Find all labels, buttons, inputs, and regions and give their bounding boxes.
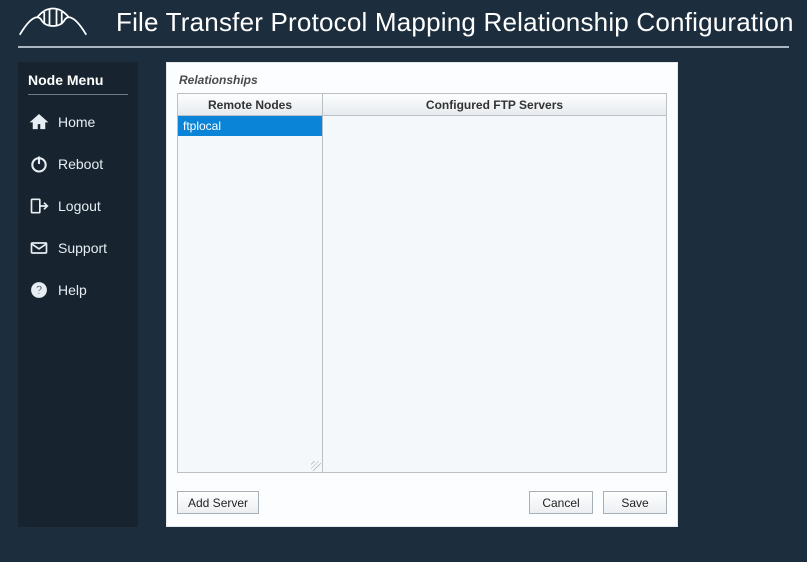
sidebar-item-label: Home xyxy=(58,114,95,130)
sidebar-title: Node Menu xyxy=(28,68,128,94)
sidebar: Node Menu Home Reboot Logout Support xyxy=(18,62,138,527)
app-header: File Transfer Protocol Mapping Relations… xyxy=(0,0,807,44)
sidebar-item-help[interactable]: ? Help xyxy=(28,269,128,311)
ftp-servers-list[interactable] xyxy=(323,116,666,472)
sidebar-item-label: Help xyxy=(58,282,87,298)
panel-title: Relationships xyxy=(177,71,667,93)
sidebar-item-label: Support xyxy=(58,240,107,256)
remote-nodes-list[interactable]: ftplocal xyxy=(178,116,322,472)
power-icon xyxy=(28,153,50,175)
save-button[interactable]: Save xyxy=(603,491,667,514)
main-panel: Relationships Remote Nodes ftplocal Conf… xyxy=(166,62,678,527)
ftp-servers-column: Configured FTP Servers xyxy=(323,94,666,472)
page-title: File Transfer Protocol Mapping Relations… xyxy=(116,7,794,38)
cancel-button[interactable]: Cancel xyxy=(529,491,593,514)
sidebar-item-reboot[interactable]: Reboot xyxy=(28,143,128,185)
remote-node-item[interactable]: ftplocal xyxy=(178,116,322,136)
sidebar-item-support[interactable]: Support xyxy=(28,227,128,269)
resize-grip-icon[interactable] xyxy=(311,461,321,471)
sidebar-divider xyxy=(28,94,128,95)
ftp-servers-header: Configured FTP Servers xyxy=(323,94,666,116)
remote-nodes-column: Remote Nodes ftplocal xyxy=(178,94,323,472)
help-icon: ? xyxy=(28,279,50,301)
sidebar-item-home[interactable]: Home xyxy=(28,101,128,143)
add-server-button[interactable]: Add Server xyxy=(177,491,259,514)
sidebar-item-logout[interactable]: Logout xyxy=(28,185,128,227)
home-icon xyxy=(28,111,50,133)
logout-icon xyxy=(28,195,50,217)
sidebar-item-label: Reboot xyxy=(58,156,103,172)
sidebar-item-label: Logout xyxy=(58,198,101,214)
remote-nodes-header: Remote Nodes xyxy=(178,94,322,116)
bridge-logo-icon xyxy=(18,0,88,44)
relationships-grid: Remote Nodes ftplocal Configured FTP Ser… xyxy=(177,93,667,473)
button-row: Add Server Cancel Save xyxy=(177,491,667,514)
svg-text:?: ? xyxy=(35,284,42,297)
envelope-icon xyxy=(28,237,50,259)
